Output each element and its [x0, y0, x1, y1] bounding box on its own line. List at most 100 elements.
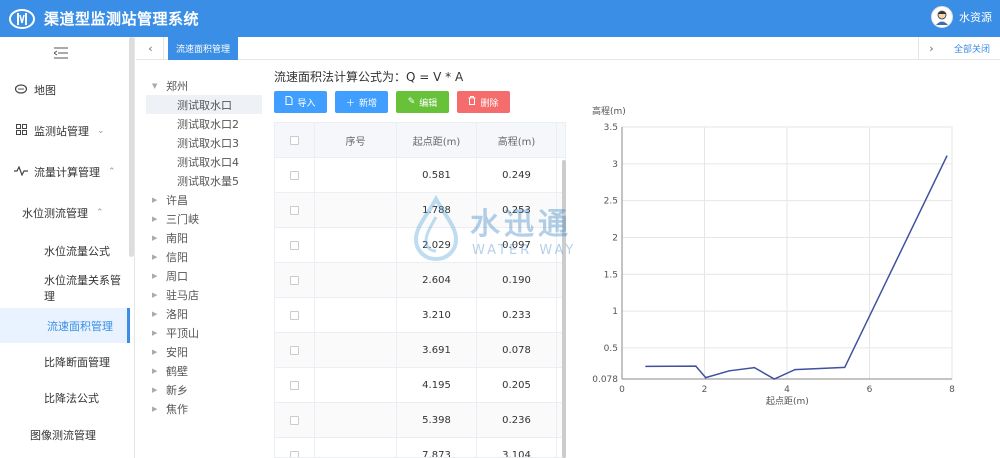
caret-right-icon[interactable]: ▶ — [152, 348, 162, 356]
row-checkbox-cell — [275, 333, 315, 368]
row-checkbox[interactable] — [290, 451, 299, 457]
table-row[interactable]: 5.398 0.236 — [275, 403, 565, 438]
row-checkbox[interactable] — [290, 241, 299, 250]
cell-start-distance: 5.398 — [397, 403, 477, 438]
caret-right-icon[interactable]: ▶ — [152, 234, 162, 242]
caret-right-icon[interactable]: ▶ — [152, 310, 162, 318]
tree-node-region[interactable]: ▶ 许昌 — [146, 190, 266, 209]
tree-node-region[interactable]: ▶ 周口 — [146, 266, 266, 285]
tab-velocity-area[interactable]: 流速面积管理 — [168, 37, 239, 60]
column-header-index: 序号 — [315, 123, 397, 158]
tree-leaf[interactable]: 测试取水口4 — [146, 152, 266, 171]
x-tick-label: 2 — [702, 385, 708, 395]
tab-next-button[interactable]: › — [918, 37, 944, 60]
close-all-tabs-button[interactable]: 全部关闭 — [948, 37, 996, 60]
caret-right-icon[interactable]: ▶ — [152, 329, 162, 337]
sidebar-item-slope-formula[interactable]: 比降法公式 — [0, 383, 130, 413]
y-tick-label: 3 — [612, 160, 618, 170]
table-row[interactable]: 4.195 0.205 — [275, 368, 565, 403]
caret-right-icon[interactable]: ▶ — [152, 253, 162, 261]
row-checkbox[interactable] — [290, 311, 299, 320]
tree-node-region[interactable]: ▶ 南阳 — [146, 228, 266, 247]
row-checkbox-cell — [275, 228, 315, 263]
tab-prev-button[interactable]: ‹ — [138, 37, 164, 60]
y-tick-label: 0.5 — [604, 344, 618, 354]
tree-leaf[interactable]: 测试取水口 — [146, 95, 262, 114]
menu-collapse-icon[interactable] — [53, 47, 68, 59]
caret-right-icon[interactable]: ▶ — [152, 272, 162, 280]
user-name[interactable]: 水资源 — [959, 9, 992, 25]
tree-node-region[interactable]: ▶ 新乡 — [146, 380, 266, 399]
table-row[interactable]: 7.873 3.104 — [275, 438, 565, 457]
row-checkbox[interactable] — [290, 416, 299, 425]
cell-start-distance: 3.691 — [397, 333, 477, 368]
sidebar-item-level-flow-formula[interactable]: 水位流量公式 — [0, 236, 130, 266]
caret-right-icon[interactable]: ▶ — [152, 196, 162, 204]
select-all-checkbox-cell — [275, 123, 315, 158]
tree-node-region[interactable]: ▶ 洛阳 — [146, 304, 266, 323]
tree-node-region[interactable]: ▶ 鹤壁 — [146, 361, 266, 380]
caret-right-icon[interactable]: ▶ — [152, 386, 162, 394]
table-header: 序号 起点距(m) 高程(m) — [275, 123, 565, 158]
sidebar-item-image-flow[interactable]: 图像测流管理 — [0, 420, 130, 450]
tree-leaf[interactable]: 测试取水口3 — [146, 133, 266, 152]
chat-icon — [14, 83, 28, 97]
cell-start-distance: 4.195 — [397, 368, 477, 403]
tree-node-region[interactable]: ▶ 信阳 — [146, 247, 266, 266]
tree-node-region[interactable]: ▶ 平顶山 — [146, 323, 266, 342]
row-checkbox[interactable] — [290, 171, 299, 180]
sidebar-item-flow-calc[interactable]: 流量计算管理 ⌃ — [0, 157, 130, 187]
select-all-checkbox[interactable] — [290, 136, 299, 145]
sidebar-item-water-level-flow[interactable]: 水位测流管理 ⌃ — [0, 198, 130, 228]
sidebar-item-label: 比降法公式 — [44, 392, 99, 405]
caret-right-icon[interactable]: ▶ — [152, 367, 162, 375]
row-checkbox[interactable] — [290, 346, 299, 355]
tree-node-region[interactable]: ▶ 三门峡 — [146, 209, 266, 228]
sidebar-item-level-flow-relation[interactable]: 水位流量关系管理 — [0, 273, 130, 303]
avatar[interactable] — [931, 6, 953, 28]
table-row[interactable]: 3.691 0.078 — [275, 333, 565, 368]
section-profile-chart: 0.078 0.5 1 1.5 2 2.5 3 3.5 0 2 4 6 8 高程(m) 起点距(m) — [592, 105, 955, 407]
sidebar-item-label: 监测站管理 — [34, 125, 89, 138]
sidebar-scrollbar[interactable] — [129, 37, 134, 257]
delete-button[interactable]: 删除 — [457, 91, 510, 113]
sidebar-item-label: 水位流量公式 — [44, 245, 110, 258]
tree-node-region[interactable]: ▶ 安阳 — [146, 342, 266, 361]
series-line — [645, 155, 948, 380]
tree-node-region[interactable]: ▶ 驻马店 — [146, 285, 266, 304]
edit-button[interactable]: ✎ 编辑 — [396, 91, 449, 113]
cell-index — [315, 438, 397, 457]
trash-icon — [468, 96, 476, 108]
caret-right-icon[interactable]: ▶ — [152, 405, 162, 413]
pulse-icon — [14, 165, 28, 179]
cell-index — [315, 158, 397, 193]
caret-down-icon[interactable]: ▼ — [152, 82, 162, 90]
table-row[interactable]: 3.210 0.233 — [275, 298, 565, 333]
sidebar-item-velocity-area[interactable]: 流速面积管理 — [0, 308, 130, 343]
tree-leaf[interactable]: 测试取水量5 — [146, 171, 266, 190]
row-checkbox-cell — [275, 193, 315, 228]
sidebar-item-map[interactable]: 地图 — [0, 75, 130, 105]
cell-start-distance: 0.581 — [397, 158, 477, 193]
caret-right-icon[interactable]: ▶ — [152, 215, 162, 223]
row-checkbox[interactable] — [290, 381, 299, 390]
add-button[interactable]: ＋新增 — [335, 91, 388, 113]
sidebar-item-station-management[interactable]: 监测站管理 ⌄ — [0, 116, 130, 146]
data-point — [728, 369, 731, 372]
sidebar-item-slope-section[interactable]: 比降断面管理 — [0, 347, 130, 377]
tree-node-region[interactable]: ▶ 焦作 — [146, 399, 266, 418]
user-menu[interactable]: 水资源 — [931, 6, 992, 28]
caret-right-icon[interactable]: ▶ — [152, 291, 162, 299]
tree-node-zhengzhou[interactable]: ▼ 郑州 — [146, 76, 266, 95]
table-row[interactable]: 2.604 0.190 — [275, 263, 565, 298]
sidebar-item-label: 水位测流管理 — [22, 207, 88, 220]
sidebar-item-label: 水位流量关系管理 — [44, 274, 121, 303]
x-tick-label: 0 — [619, 385, 625, 395]
row-checkbox[interactable] — [290, 276, 299, 285]
row-checkbox[interactable] — [290, 206, 299, 215]
import-button[interactable]: 导入 — [274, 91, 327, 113]
table-row[interactable]: 0.581 0.249 — [275, 158, 565, 193]
row-checkbox-cell — [275, 368, 315, 403]
tree-leaf[interactable]: 测试取水口2 — [146, 114, 266, 133]
row-checkbox-cell — [275, 298, 315, 333]
